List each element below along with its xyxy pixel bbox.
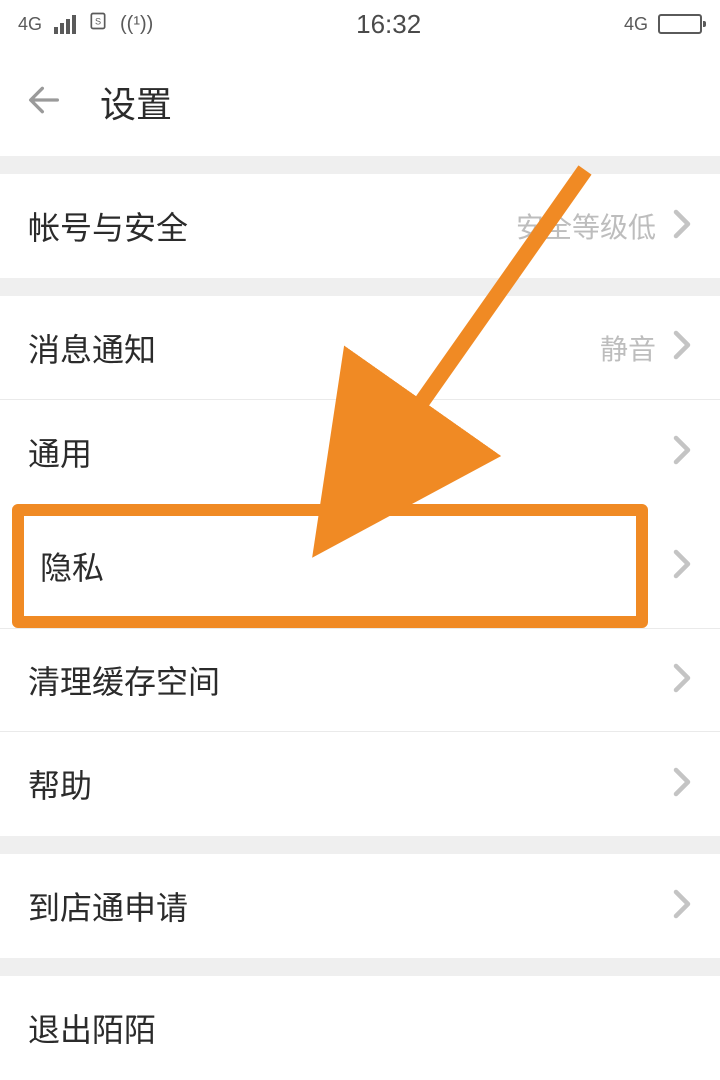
row-value: 安全等级低 bbox=[516, 206, 656, 246]
status-bar: 4G S ((¹)) 16:32 4G bbox=[0, 0, 720, 48]
chevron-right-icon bbox=[672, 889, 692, 924]
row-clear-cache[interactable]: 清理缓存空间 bbox=[0, 628, 720, 732]
chevron-right-icon bbox=[672, 663, 692, 698]
row-label: 通用 bbox=[28, 429, 92, 475]
row-label: 帮助 bbox=[28, 761, 92, 807]
row-notifications[interactable]: 消息通知 静音 bbox=[0, 296, 720, 400]
row-label: 退出陌陌 bbox=[28, 1005, 156, 1051]
clock: 16:32 bbox=[356, 9, 421, 40]
row-value: 静音 bbox=[600, 328, 656, 368]
sim-icon: S bbox=[88, 11, 108, 37]
row-general[interactable]: 通用 bbox=[0, 400, 720, 504]
page-header: 设置 bbox=[0, 48, 720, 156]
row-account-security[interactable]: 帐号与安全 安全等级低 bbox=[0, 174, 720, 278]
row-label: 清理缓存空间 bbox=[28, 657, 220, 703]
highlight-annotation bbox=[12, 504, 648, 628]
row-label: 隐私 bbox=[40, 543, 104, 589]
network-indicator-right: 4G bbox=[624, 14, 648, 35]
row-shop-apply[interactable]: 到店通申请 bbox=[0, 854, 720, 958]
row-privacy[interactable]: 隐私 bbox=[0, 504, 720, 628]
svg-text:S: S bbox=[95, 16, 101, 26]
status-left: 4G S ((¹)) bbox=[18, 11, 153, 37]
chevron-right-icon bbox=[672, 767, 692, 802]
page-title: 设置 bbox=[100, 76, 172, 128]
back-button[interactable] bbox=[24, 80, 64, 125]
chevron-right-icon bbox=[672, 549, 692, 584]
battery-icon bbox=[658, 14, 702, 34]
row-logout[interactable]: 退出陌陌 bbox=[0, 976, 720, 1080]
row-help[interactable]: 帮助 bbox=[0, 732, 720, 836]
chevron-right-icon bbox=[672, 435, 692, 470]
network-indicator: 4G bbox=[18, 14, 42, 35]
status-right: 4G bbox=[624, 14, 702, 35]
row-label: 到店通申请 bbox=[28, 883, 188, 929]
chevron-right-icon bbox=[672, 330, 692, 365]
wifi-activity-icon: ((¹)) bbox=[120, 13, 153, 36]
row-label: 消息通知 bbox=[28, 325, 156, 371]
chevron-right-icon bbox=[672, 209, 692, 244]
signal-icon bbox=[54, 15, 76, 34]
row-label: 帐号与安全 bbox=[28, 203, 188, 249]
